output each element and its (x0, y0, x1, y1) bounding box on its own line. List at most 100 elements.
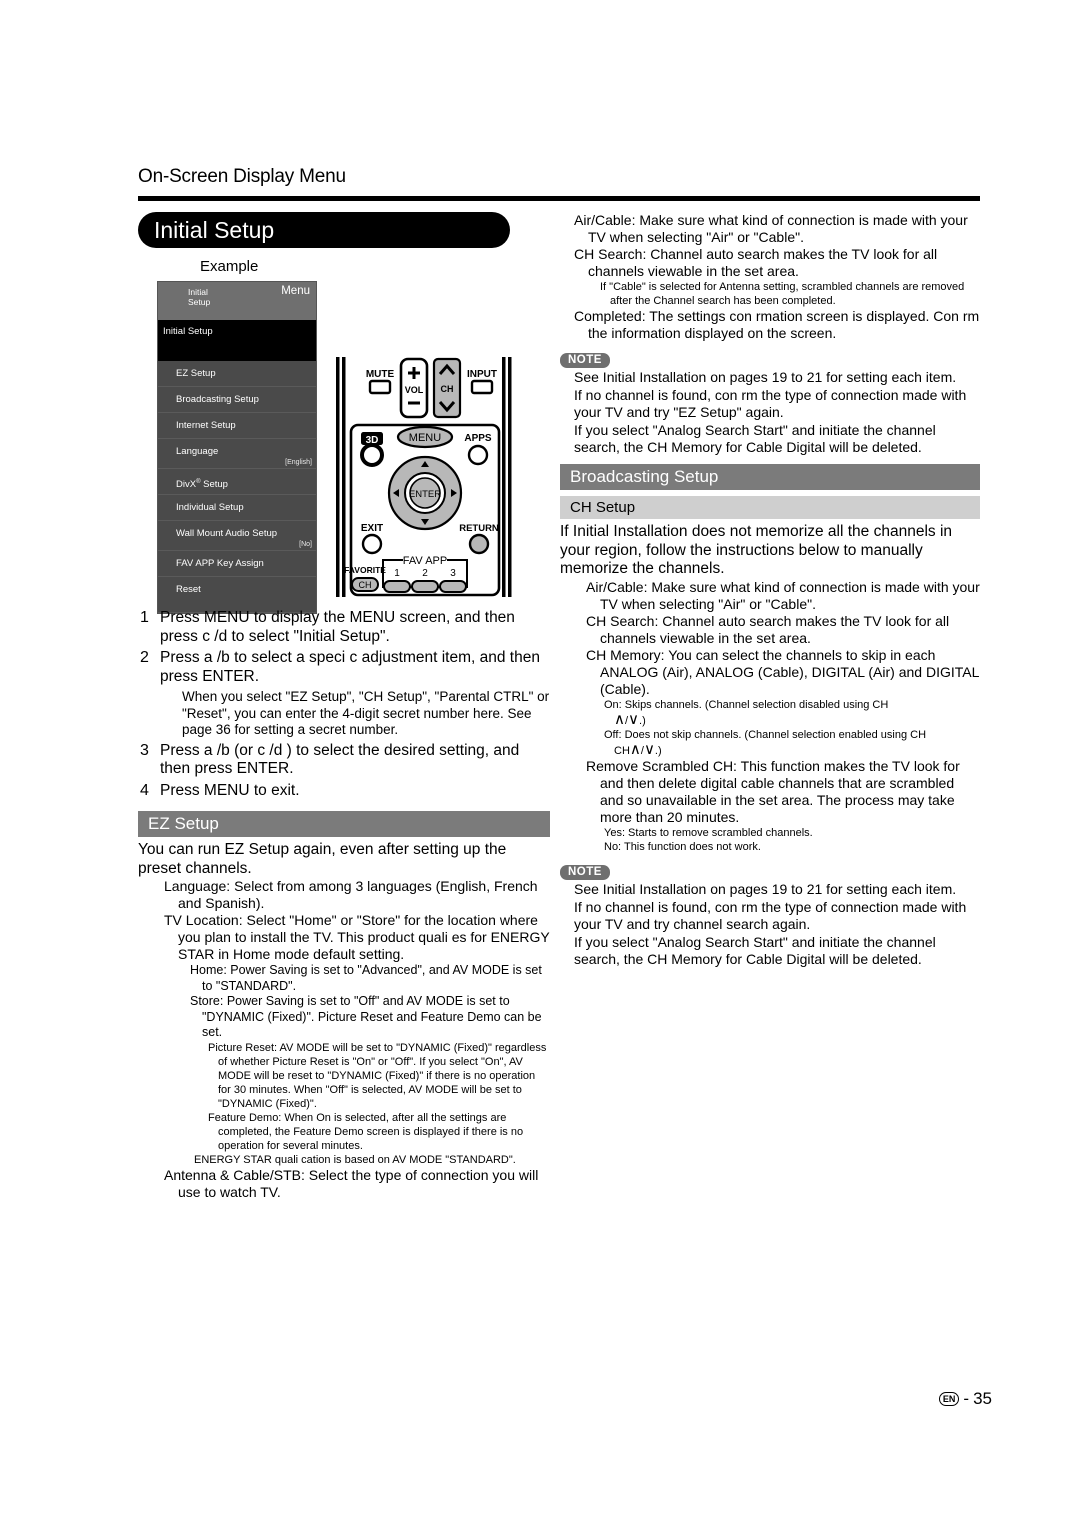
fav-app-2-button (411, 580, 439, 593)
step-4: 4 Press MENU to exit. (138, 782, 550, 801)
page-footer: EN - 35 (938, 1389, 992, 1409)
tv-osd-header: Initial Setup Menu (158, 282, 316, 320)
left-column: Initial Setup Example Initial Setup Menu … (138, 212, 550, 1201)
note-1-line-3: If you select "Analog Search Start" and … (574, 422, 936, 455)
right-ch-search: CH Search: Channel auto search makes the… (574, 246, 938, 279)
ch-down-icon: ∨ (628, 709, 640, 728)
tv-osd-item-label: Wall Mount Audio Setup (176, 528, 278, 539)
tv-osd-item-label: Language (176, 446, 219, 457)
ez-setup-language: Language: Select from among 3 languages … (164, 878, 538, 911)
ez-setup-energy-star: ENERGY STAR quali cation is based on AV … (194, 1153, 516, 1166)
ez-setup-antenna: Antenna & Cable/STB: Select the type of … (164, 1166, 539, 1200)
tv-osd-item-wall-mount-audio-setup[interactable]: Wall Mount Audio Setup [No] (158, 521, 316, 551)
menu-label: MENU (409, 432, 441, 444)
tv-osd-menu: Initial Setup Menu Initial Setup EZ Setup… (157, 281, 317, 614)
broadcasting-no: No: This function does not work. (604, 840, 761, 853)
broadcasting-ch-search: CH Search: Channel auto search makes the… (586, 612, 950, 646)
fav-app-1-button (383, 580, 411, 593)
tv-osd-selected-item[interactable]: Initial Setup (158, 320, 316, 361)
favorite-ch-label: CH (359, 580, 372, 590)
step-number: 1 (140, 609, 149, 626)
broadcasting-ch-memory-on: On: Skips channels. (Channel selection d… (604, 698, 980, 728)
remote-svg: VOL CH MUTE INPUT 3D MENU APPS ENTER EXI… (336, 357, 512, 597)
broadcasting-ch-memory-on-text: On: Skips channels. (Channel selection d… (604, 698, 889, 711)
ez-setup-intro: You can run EZ Setup again, even after s… (138, 841, 507, 877)
tv-osd-item-label: Internet Setup (176, 420, 236, 431)
remote-left-rail (336, 357, 340, 597)
broadcasting-remove-scrambled: Remove Scrambled CH: This function makes… (586, 757, 960, 825)
tv-osd-item-label: Broadcasting Setup (176, 394, 259, 405)
page-title: Initial Setup (138, 212, 510, 248)
broadcasting-air-cable: Air/Cable: Make sure what kind of connec… (586, 578, 980, 612)
fav-app-3-label: 3 (450, 568, 456, 579)
tv-osd-item-fav-app-key-assign[interactable]: FAV APP Key Assign (158, 551, 316, 577)
remote-left-rail-2 (342, 357, 346, 597)
favorite-label: FAVORITE (344, 565, 386, 575)
tv-osd-item-internet-setup[interactable]: Internet Setup (158, 413, 316, 439)
note-2-line-1: See Initial Installation on pages 19 to … (574, 880, 957, 897)
right-ch-search-sub: If "Cable" is selected for Antenna setti… (600, 281, 965, 307)
tv-osd-item-language[interactable]: Language [English] (158, 439, 316, 469)
input-label: INPUT (467, 369, 497, 380)
example-figure: Initial Setup Menu Initial Setup EZ Setup… (138, 281, 550, 614)
section-bar-ez-setup: EZ Setup (138, 811, 550, 837)
note-badge: NOTE (560, 864, 610, 880)
tv-osd-breadcrumb: Initial Setup (188, 287, 211, 307)
tv-osd-menu-word: Menu (281, 285, 310, 297)
broadcasting-intro: If Initial Installation does not memoriz… (560, 523, 953, 577)
right-completed: Completed: The settings con rmation scre… (574, 308, 980, 341)
step-number: 2 (140, 649, 149, 666)
broadcasting-ch-memory: CH Memory: You can select the channels t… (586, 646, 979, 697)
remote-control-illustration: VOL CH MUTE INPUT 3D MENU APPS ENTER EXI… (334, 345, 516, 599)
apps-label: APPS (464, 433, 492, 444)
note-1-line-2: If no channel is found, con rm the type … (574, 387, 967, 420)
fav-app-1-label: 1 (394, 568, 400, 579)
vol-label: VOL (405, 385, 424, 395)
right-column: Air/Cable: Make sure what kind of connec… (560, 212, 980, 968)
footer-separator: - (963, 1389, 970, 1408)
ez-setup-picture-reset: Picture Reset: AV MODE will be set to "D… (208, 1041, 547, 1110)
step-3: 3 Press a /b (or c /d ) to select the de… (138, 742, 550, 779)
page-number: 35 (973, 1389, 992, 1408)
procedure-steps: 1 Press MENU to display the MENU screen,… (138, 609, 550, 800)
tv-osd-item-label: DivX® Setup (176, 479, 228, 491)
step-text: Press a /b to select a speci c adjustmen… (160, 649, 540, 685)
ch-label: CH (441, 384, 454, 394)
running-head: On-Screen Display Menu (138, 166, 346, 187)
ch-down-icon: ∨ (643, 739, 655, 758)
remote-right-rail (502, 357, 506, 597)
ch-prefix: CH (614, 744, 630, 757)
broadcasting-ch-memory-off: Off: Does not skip channels. (Channel se… (604, 728, 980, 758)
note-2-line-2: If no channel is found, con rm the type … (574, 898, 967, 932)
header-rule (138, 196, 980, 201)
step-1: 1 Press MENU to display the MENU screen,… (138, 609, 550, 646)
tv-osd-item-broadcasting-setup[interactable]: Broadcasting Setup (158, 387, 316, 413)
step-2: 2 Press a /b to select a speci c adjustm… (138, 649, 550, 686)
step-number: 4 (140, 781, 149, 799)
tv-osd-item-value: [No] (299, 541, 312, 548)
tv-osd-item-label: Reset (176, 584, 201, 595)
tv-osd-item-label: Individual Setup (176, 502, 244, 513)
3d-button (360, 443, 384, 467)
fav-app-label: FAV APP (403, 555, 447, 567)
tv-osd-item-ez-setup[interactable]: EZ Setup (158, 361, 316, 387)
return-label: RETURN (459, 523, 499, 534)
language-mark: EN (938, 1392, 960, 1406)
exit-label: EXIT (361, 523, 383, 534)
return-button (468, 533, 490, 555)
ez-setup-tv-location: TV Location: Select "Home" or "Store" fo… (164, 912, 550, 962)
ez-setup-feature-demo: Feature Demo: When On is selected, after… (208, 1111, 524, 1152)
paren-close: .) (639, 714, 646, 727)
fav-app-2-label: 2 (422, 568, 428, 579)
mute-button (368, 379, 392, 395)
tv-osd-item-divx-setup[interactable]: DivX® Setup (158, 469, 316, 495)
step-text: Press a /b (or c /d ) to select the desi… (160, 741, 520, 778)
section-bar-broadcasting-setup: Broadcasting Setup (560, 464, 980, 490)
tv-osd-item-individual-setup[interactable]: Individual Setup (158, 495, 316, 521)
manual-page: On-Screen Display Menu Initial Setup Exa… (0, 0, 1080, 1527)
example-label: Example (200, 258, 259, 275)
tv-osd-item-reset[interactable]: Reset (158, 577, 316, 613)
right-air-cable: Air/Cable: Make sure what kind of connec… (574, 212, 968, 245)
ch-up-icon: ∧ (614, 709, 625, 728)
note-badge: NOTE (560, 353, 610, 368)
